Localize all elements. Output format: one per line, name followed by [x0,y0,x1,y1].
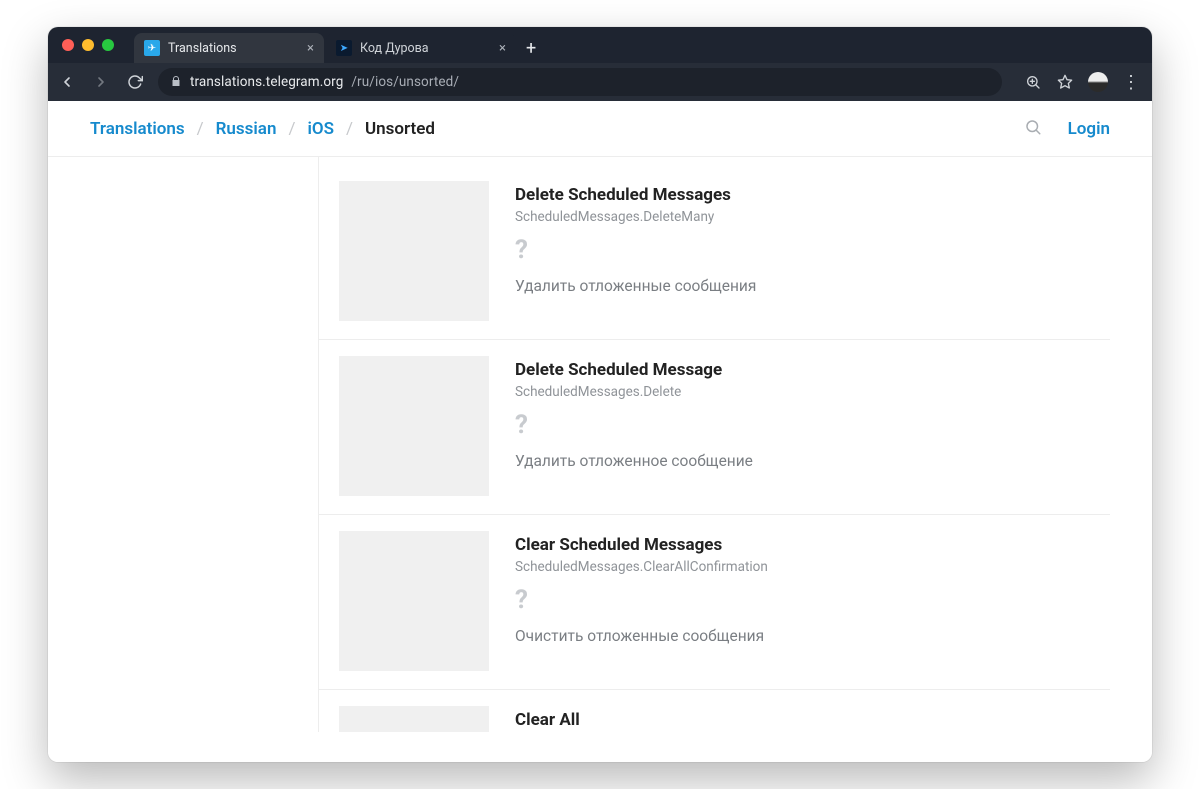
entry-title: Clear All [515,710,1110,730]
entry-thumbnail [339,531,489,671]
search-icon[interactable] [1024,118,1042,140]
translation-entry[interactable]: Delete Scheduled Messages ScheduledMessa… [319,165,1110,340]
browser-tab-active[interactable]: ✈ Translations × [134,33,324,63]
breadcrumb-separator: / [288,119,295,139]
entry-thumbnail [339,356,489,496]
translation-entry[interactable]: Clear Scheduled Messages ScheduledMessag… [319,515,1110,690]
question-mark-icon: ? [515,237,1110,263]
entry-key: ScheduledMessages.DeleteMany [515,209,1110,225]
window-controls [62,39,114,51]
entry-title: Delete Scheduled Messages [515,185,1110,205]
question-mark-icon: ? [515,412,1110,438]
site-favicon-icon: ➤ [336,40,352,56]
tab-title: Код Дурова [360,41,429,56]
browser-tab-inactive[interactable]: ➤ Код Дурова × [326,33,516,63]
lock-icon [170,75,182,90]
browser-menu-button[interactable]: ⋮ [1122,72,1142,93]
entry-translation: Удалить отложенные сообщения [515,277,1110,295]
back-button[interactable] [58,73,76,91]
breadcrumb-link-translations[interactable]: Translations [90,119,185,139]
new-tab-button[interactable]: + [518,38,544,63]
breadcrumb-link-russian[interactable]: Russian [216,119,277,139]
breadcrumb-separator: / [197,119,204,139]
reload-button[interactable] [126,73,144,91]
forward-button[interactable] [92,73,110,91]
breadcrumb-separator: / [346,119,353,139]
breadcrumb-current: Unsorted [365,119,435,139]
entry-translation: Очистить отложенные сообщения [515,627,1110,645]
close-tab-icon[interactable]: × [307,41,314,56]
translation-entry[interactable]: Clear All [319,690,1110,732]
address-bar[interactable]: translations.telegram.org/ru/ios/unsorte… [158,68,1002,96]
browser-toolbar: translations.telegram.org/ru/ios/unsorte… [48,63,1152,101]
tab-title: Translations [168,41,237,56]
browser-window: ✈ Translations × ➤ Код Дурова × + [48,27,1152,762]
breadcrumb-link-ios[interactable]: iOS [307,119,334,139]
translation-entry[interactable]: Delete Scheduled Message ScheduledMessag… [319,340,1110,515]
login-link[interactable]: Login [1068,119,1110,139]
star-bookmark-icon[interactable] [1056,73,1074,91]
maximize-window-button[interactable] [102,39,114,51]
close-tab-icon[interactable]: × [499,41,506,56]
entry-title: Clear Scheduled Messages [515,535,1110,555]
profile-avatar[interactable] [1088,72,1108,92]
entries-list: Delete Scheduled Messages ScheduledMessa… [318,157,1110,732]
url-path: /ru/ios/unsorted/ [351,74,459,90]
question-mark-icon: ? [515,587,1110,613]
telegram-favicon-icon: ✈ [144,40,160,56]
entry-thumbnail [339,706,489,732]
zoom-icon[interactable] [1024,73,1042,91]
page-content: Translations / Russian / iOS / Unsorted … [48,101,1152,762]
page-header: Translations / Russian / iOS / Unsorted … [48,101,1152,157]
minimize-window-button[interactable] [82,39,94,51]
close-window-button[interactable] [62,39,74,51]
browser-tab-strip: ✈ Translations × ➤ Код Дурова × + [48,27,1152,63]
entry-title: Delete Scheduled Message [515,360,1110,380]
url-host: translations.telegram.org [190,74,343,90]
entry-thumbnail [339,181,489,321]
entry-translation: Удалить отложенное сообщение [515,452,1110,470]
entry-key: ScheduledMessages.Delete [515,384,1110,400]
entry-key: ScheduledMessages.ClearAllConfirmation [515,559,1110,575]
breadcrumb: Translations / Russian / iOS / Unsorted [90,119,435,139]
